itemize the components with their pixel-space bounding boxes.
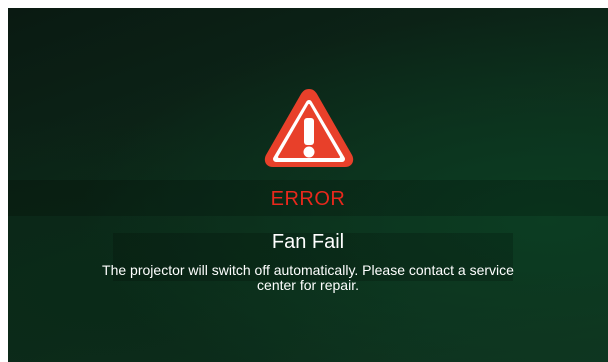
message-body: The projector will switch off automatica…	[102, 262, 514, 293]
warning-triangle-icon	[264, 89, 354, 167]
error-screen: ERROR Fan Fail The projector will switch…	[8, 8, 608, 362]
error-title: ERROR	[270, 188, 346, 210]
message-heading: Fan Fail	[271, 231, 345, 253]
